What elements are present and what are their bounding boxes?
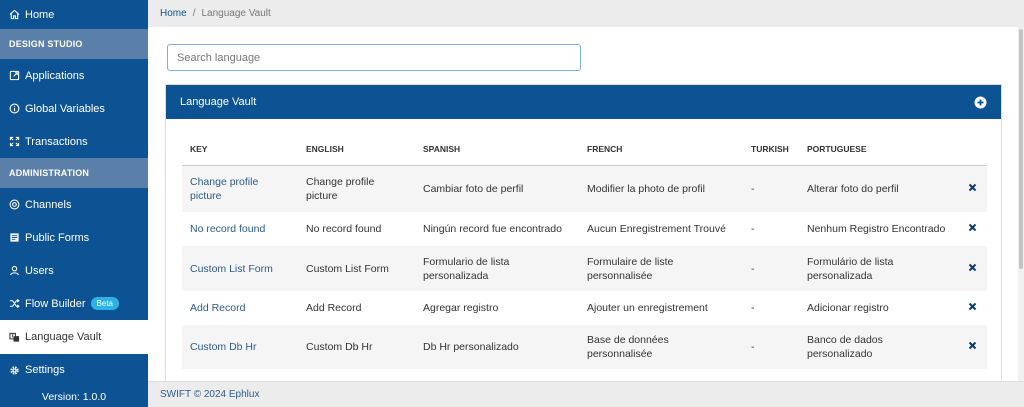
applications-icon [9, 70, 20, 81]
delete-icon[interactable] [968, 183, 977, 192]
cell-french: Formulaire de liste personnalisée [587, 255, 674, 282]
add-record-icon[interactable] [974, 96, 987, 109]
sidebar-item-transactions[interactable]: Transactions [0, 125, 148, 158]
cell-portuguese: Adicionar registro [807, 302, 889, 314]
sidebar-item-label: Settings [25, 364, 65, 376]
sidebar-item-flow-builder[interactable]: Flow Builder Beta [0, 287, 148, 320]
table-row: Custom List Form Custom List Form Formul… [182, 246, 987, 291]
sidebar-item-users[interactable]: Users [0, 254, 148, 287]
info-icon [9, 103, 20, 114]
sidebar-item-global-variables[interactable]: Global Variables [0, 92, 148, 125]
expand-icon [9, 136, 20, 147]
channels-icon [9, 199, 20, 210]
delete-icon[interactable] [968, 223, 977, 232]
cell-spanish: Formulario de lista personalizada [423, 255, 510, 282]
table-row: Change profile picture Change profile pi… [182, 165, 987, 212]
cell-english: Custom Db Hr [306, 341, 373, 353]
cell-portuguese: Formulário de lista personalizada [807, 255, 894, 282]
sidebar-item-label: Applications [25, 69, 85, 82]
forms-icon [9, 232, 20, 243]
cell-french: Modifier la photo de profil [587, 182, 705, 195]
main-content: Language Vault KEY ENGLISH SPANISH FRENC… [148, 27, 1018, 384]
language-vault-card: Language Vault KEY ENGLISH SPANISH FRENC… [165, 84, 1002, 384]
sidebar-item-label: Users [25, 264, 54, 277]
section-administration: ADMINISTRATION [0, 158, 148, 188]
cell-french: Ajouter un enregistrement [587, 302, 708, 314]
cell-english: Custom List Form [306, 262, 389, 275]
sidebar-item-applications[interactable]: Applications [0, 59, 148, 92]
header-key: KEY [182, 133, 298, 166]
cell-turkish: - [751, 302, 755, 314]
shuffle-icon [9, 298, 20, 309]
beta-badge: Beta [90, 297, 119, 310]
cell-portuguese: Alterar foto do perfil [807, 182, 899, 195]
cell-english: Change profile picture [306, 175, 375, 202]
header-french: FRENCH [579, 133, 743, 166]
cell-turkish: - [751, 262, 755, 275]
gear-icon [9, 365, 20, 376]
sidebar-item-channels[interactable]: Channels [0, 188, 148, 221]
cell-spanish: Agregar registro [423, 302, 499, 314]
cell-turkish: - [751, 182, 755, 195]
cell-english: No record found [306, 223, 382, 235]
delete-icon[interactable] [968, 341, 977, 350]
sidebar-item-label: Public Forms [25, 231, 90, 244]
user-icon [9, 265, 20, 276]
cell-spanish: Cambiar foto de perfil [423, 182, 524, 195]
header-portuguese: PORTUGUESE [799, 133, 957, 166]
cell-french: Aucun Enregistrement Trouvé [587, 223, 726, 235]
scrollbar-thumb[interactable] [1019, 29, 1023, 269]
sidebar: Home DESIGN STUDIO Applications Global V… [0, 0, 148, 407]
cell-key[interactable]: Custom Db Hr [182, 325, 298, 369]
breadcrumb-current: Language Vault [201, 8, 271, 19]
cell-turkish: - [751, 341, 755, 353]
sidebar-item-settings[interactable]: Settings [0, 354, 148, 386]
cell-key[interactable]: Custom List Form [182, 246, 298, 291]
card-title: Language Vault [180, 96, 257, 108]
sidebar-item-label: Home [25, 8, 55, 21]
breadcrumb: Home / Language Vault [148, 0, 1024, 27]
header-english: ENGLISH [298, 133, 415, 166]
section-design-studio: DESIGN STUDIO [0, 29, 148, 59]
sidebar-item-label: Global Variables [25, 102, 105, 115]
cell-key[interactable]: Add Record [182, 291, 298, 325]
table-row: No record found No record found Ningún r… [182, 212, 987, 246]
footer: SWIFT © 2024 Ephlux [148, 381, 1024, 407]
breadcrumb-separator: / [192, 8, 196, 19]
table-row: Add Record Add Record Agregar registro A… [182, 291, 987, 325]
sidebar-item-label: Channels [25, 198, 72, 211]
version-label: Version: 1.0.0 [41, 391, 107, 403]
sidebar-item-label: Language Vault [25, 331, 102, 343]
home-icon [9, 9, 20, 20]
sidebar-item-home[interactable]: Home [0, 0, 148, 29]
header-spanish: SPANISH [415, 133, 579, 166]
sidebar-item-public-forms[interactable]: Public Forms [0, 221, 148, 254]
cell-spanish: Db Hr personalizado [423, 341, 519, 353]
sidebar-item-language-vault[interactable]: Language Vault [0, 320, 148, 354]
cell-portuguese: Nenhum Registro Encontrado [807, 223, 946, 235]
cell-english: Add Record [306, 302, 362, 314]
cell-portuguese: Banco de dados personalizado [807, 334, 883, 360]
card-header: Language Vault [166, 85, 1001, 119]
header-turkish: TURKISH [743, 133, 799, 166]
breadcrumb-home[interactable]: Home [160, 8, 187, 19]
delete-icon[interactable] [968, 302, 977, 311]
language-icon [9, 332, 20, 343]
cell-key[interactable]: Change profile picture [182, 165, 298, 212]
language-table: KEY ENGLISH SPANISH FRENCH TURKISH PORTU… [182, 133, 987, 369]
sidebar-item-label: Transactions [25, 135, 88, 148]
search-input[interactable] [167, 44, 581, 71]
cell-french: Base de données personnalisée [587, 334, 669, 360]
sidebar-item-label: Flow Builder [25, 297, 86, 310]
delete-icon[interactable] [968, 263, 977, 272]
cell-turkish: - [751, 223, 755, 235]
table-row: Custom Db Hr Custom Db Hr Db Hr personal… [182, 325, 987, 369]
cell-key[interactable]: No record found [182, 212, 298, 246]
header-actions [957, 133, 987, 166]
cell-spanish: Ningún record fue encontrado [423, 223, 562, 235]
